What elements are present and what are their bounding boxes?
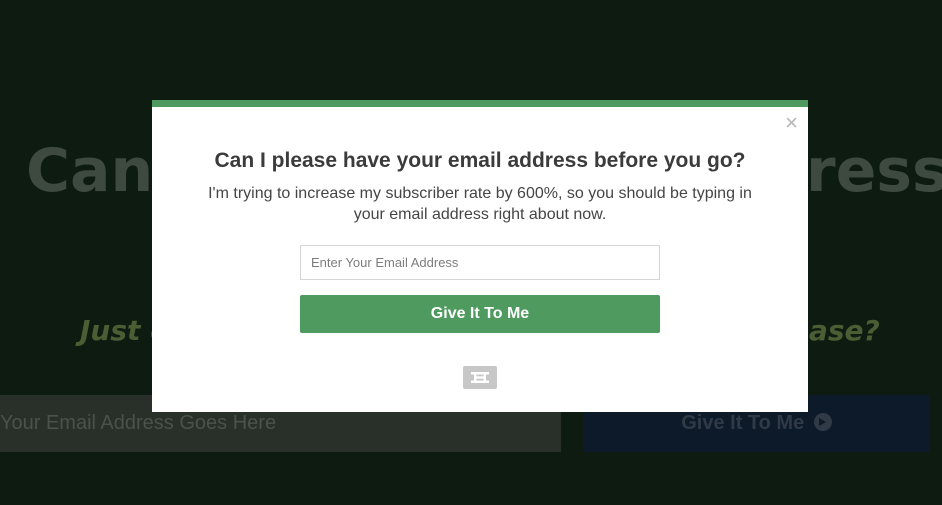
background-headline-right: ress [806,136,942,206]
submit-button[interactable]: Give It To Me [300,295,660,333]
modal-description: I'm trying to increase my subscriber rat… [208,185,752,223]
background-submit-label: Give It To Me [681,412,805,434]
background-headline-left: Can [26,136,154,206]
modal-title: Can I please have your email address bef… [214,149,746,172]
exit-intent-modal: × Can I please have your email address b… [152,100,808,412]
email-input[interactable] [300,245,660,280]
brand-logo-glyph [471,372,489,383]
close-icon[interactable]: × [785,110,798,136]
arrow-circle-right-icon [813,413,832,431]
brand-logo-icon [463,366,497,389]
